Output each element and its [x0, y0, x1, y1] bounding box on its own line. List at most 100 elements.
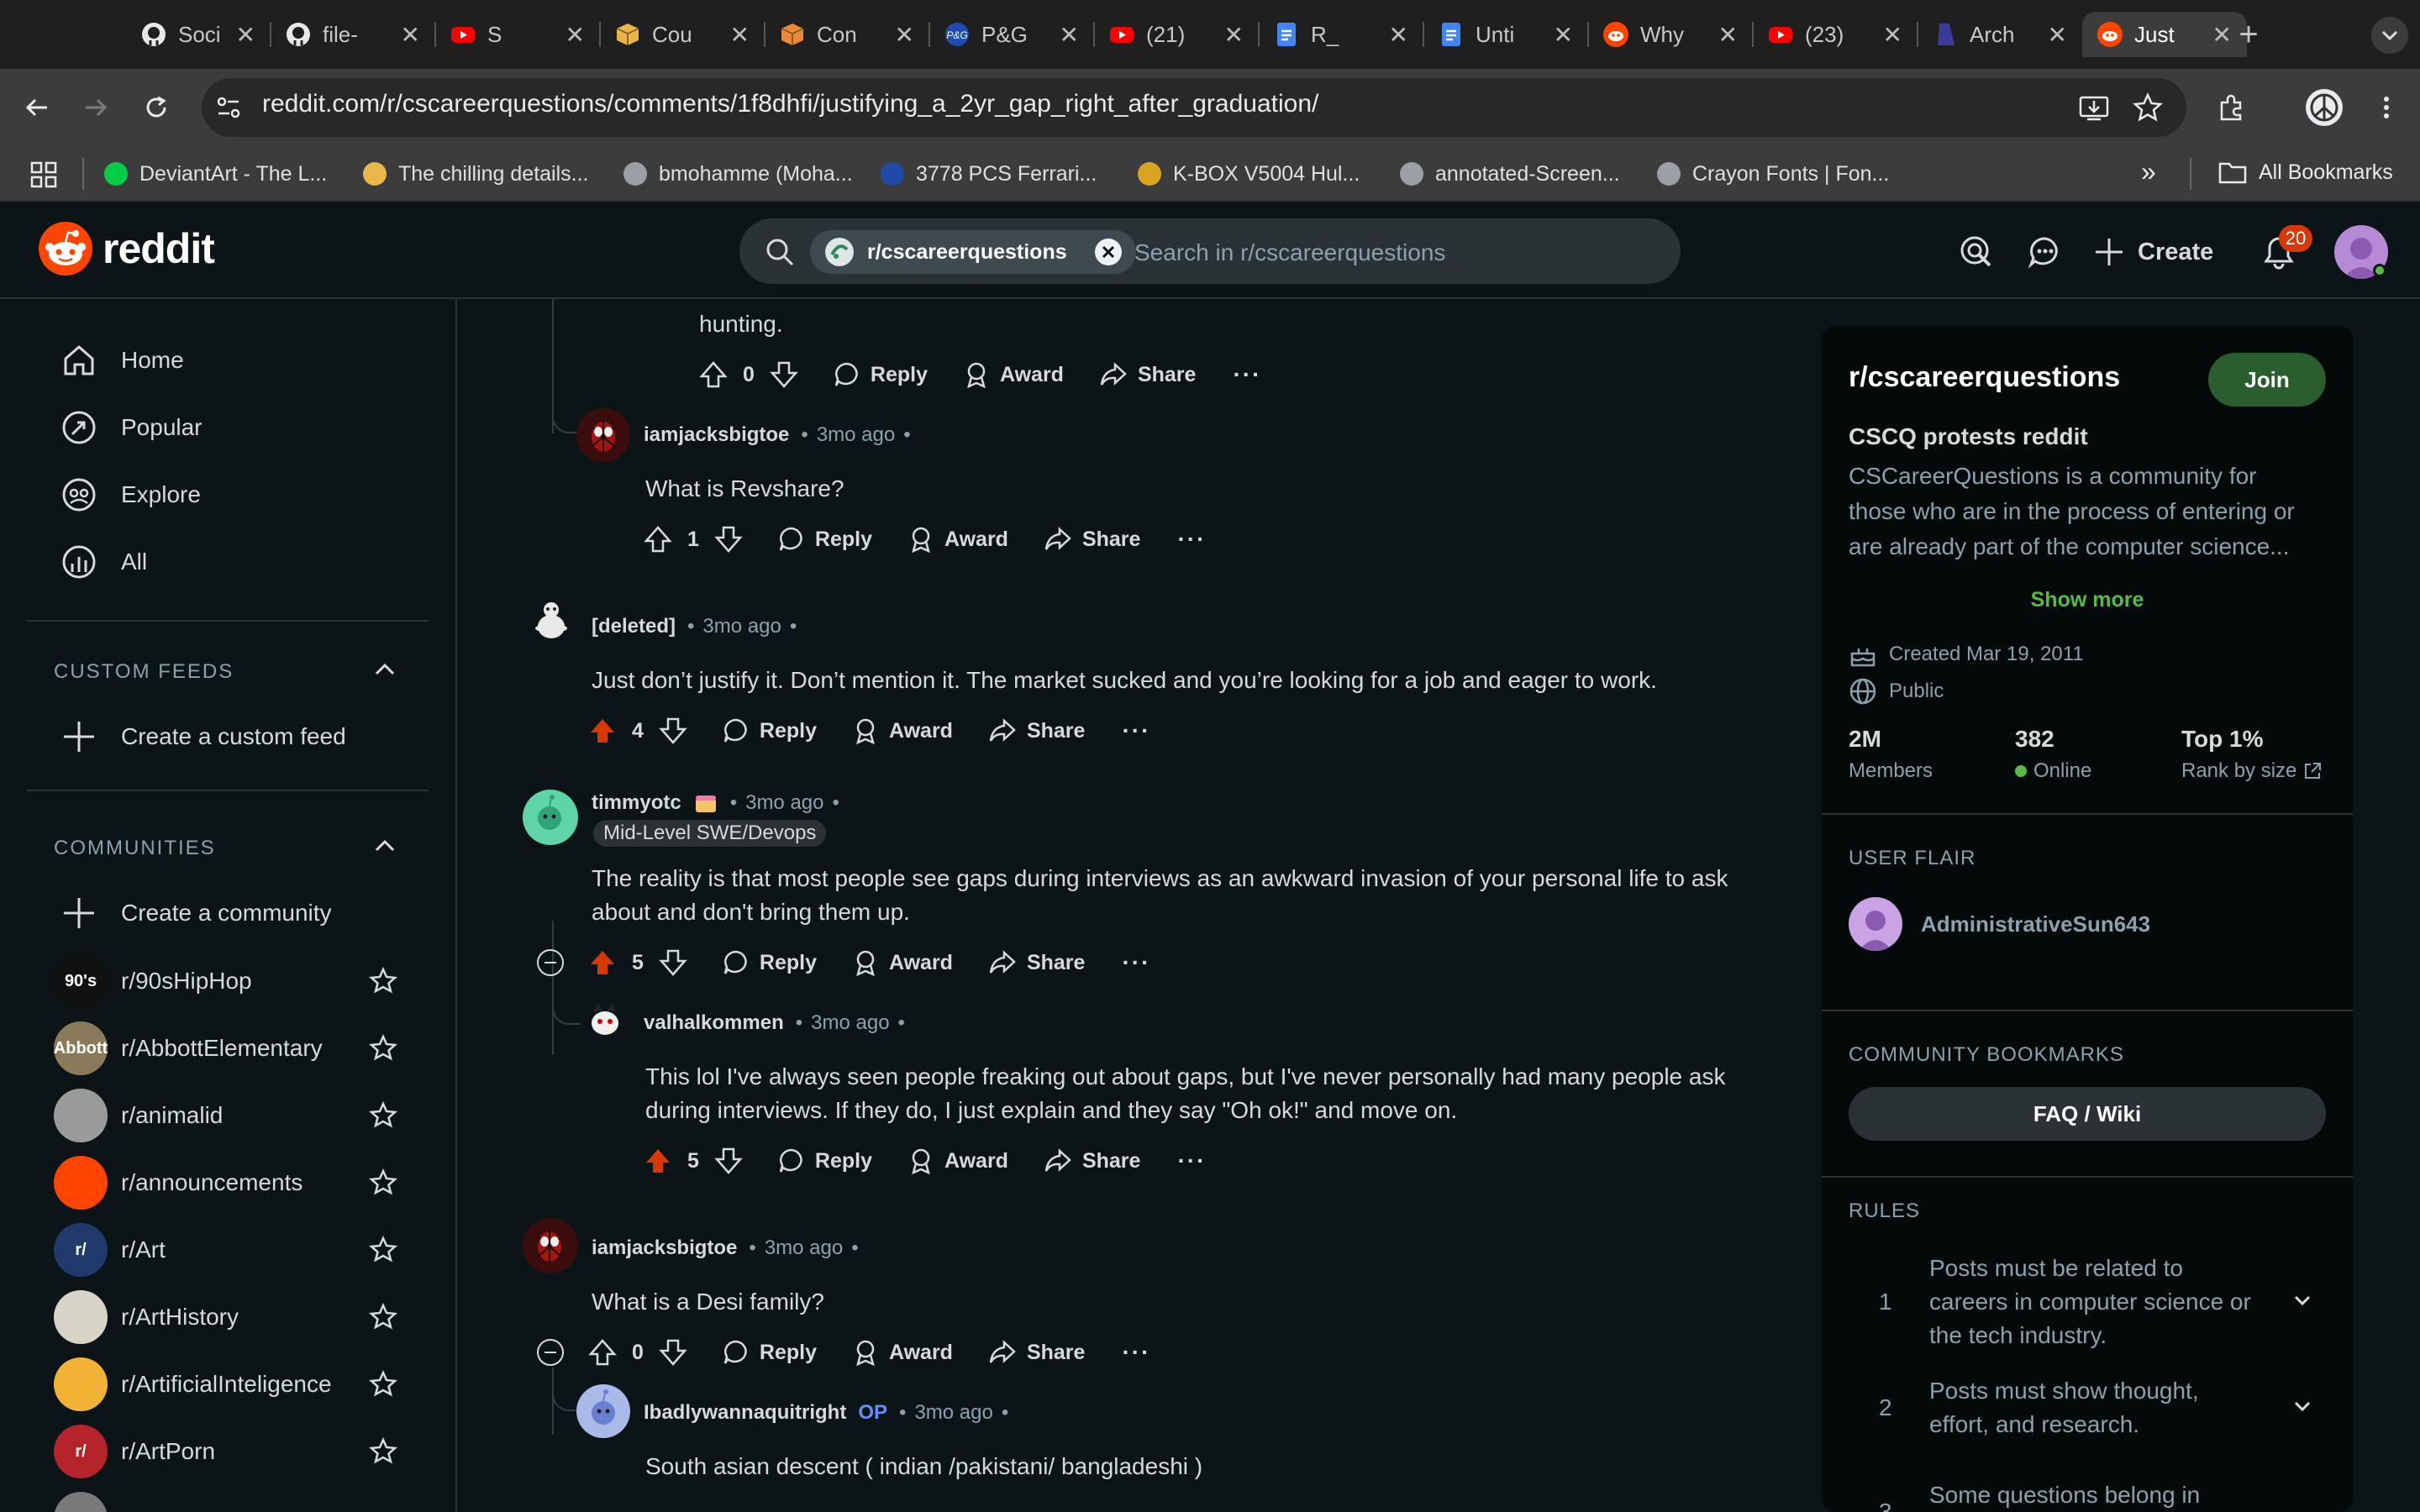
comment-time[interactable]: 3mo ago: [702, 615, 781, 638]
nav-home[interactable]: Home: [60, 339, 184, 381]
tab[interactable]: Why ✕: [1588, 12, 1753, 57]
reply-button[interactable]: Reply: [723, 717, 817, 744]
url-text[interactable]: reddit.com/r/cscareerquestions/comments/…: [262, 90, 1318, 118]
join-button[interactable]: Join: [2208, 353, 2326, 407]
favorite-star-icon[interactable]: [368, 1100, 398, 1131]
forward-button[interactable]: [79, 91, 113, 124]
award-button[interactable]: Award: [852, 949, 953, 976]
more-options-icon[interactable]: ···: [1177, 526, 1206, 553]
bookmark-item[interactable]: Crayon Fonts | Fon...: [1657, 156, 1889, 192]
comment-time[interactable]: 3mo ago: [745, 791, 823, 815]
community-item[interactable]: 90's r/90sHipHop: [54, 954, 398, 1008]
comment-time[interactable]: 3mo ago: [914, 1401, 992, 1425]
comment-avatar[interactable]: [576, 408, 630, 462]
comment-avatar[interactable]: [523, 1218, 578, 1273]
tab[interactable]: Soci ✕: [126, 12, 271, 57]
community-item[interactable]: r/r/Art: [54, 1223, 398, 1277]
collapse-feeds-icon[interactable]: [370, 655, 400, 685]
close-tab-icon[interactable]: ✕: [236, 21, 255, 49]
downvote-icon[interactable]: [770, 360, 798, 389]
comment-username[interactable]: Ibadlywannaquitright: [644, 1401, 846, 1425]
share-button[interactable]: Share: [1044, 1147, 1140, 1174]
more-options-icon[interactable]: ···: [1122, 1339, 1150, 1366]
bookmark-item[interactable]: annotated-Screen...: [1400, 156, 1620, 192]
all-bookmarks-button[interactable]: All Bookmarks: [2218, 160, 2393, 185]
community-item[interactable]: r/r/ArtPorn: [54, 1425, 398, 1478]
reply-button[interactable]: Reply: [834, 361, 928, 388]
tab[interactable]: R_ ✕: [1259, 12, 1423, 57]
create-custom-feed[interactable]: Create a custom feed: [60, 716, 346, 758]
nav-all[interactable]: All: [60, 541, 147, 583]
favorite-star-icon[interactable]: [368, 1369, 398, 1399]
community-item[interactable]: r/ArtHistory: [54, 1290, 398, 1344]
profile-avatar[interactable]: [2306, 89, 2343, 126]
downvote-icon[interactable]: [714, 525, 743, 554]
bookmark-star-icon[interactable]: [2131, 91, 2165, 124]
comment-time[interactable]: 3mo ago: [817, 423, 895, 447]
favorite-star-icon[interactable]: [368, 1302, 398, 1332]
upvote-icon[interactable]: [588, 948, 617, 977]
award-button[interactable]: Award: [908, 1147, 1008, 1174]
chevron-down-icon[interactable]: [2289, 1287, 2316, 1314]
back-button[interactable]: [20, 91, 54, 124]
favorite-star-icon[interactable]: [368, 1436, 398, 1467]
award-button[interactable]: Award: [908, 526, 1008, 553]
chevron-down-icon[interactable]: [2289, 1393, 2316, 1420]
tab[interactable]: Cou ✕: [600, 12, 765, 57]
bookmark-item[interactable]: The chilling details...: [363, 156, 589, 192]
create-community[interactable]: Create a community: [60, 892, 332, 934]
custom-feeds-heading[interactable]: CUSTOM FEEDS: [54, 660, 234, 684]
favorite-star-icon[interactable]: [368, 1033, 398, 1063]
close-tab-icon[interactable]: ✕: [1224, 21, 1244, 49]
share-button[interactable]: Share: [988, 1339, 1085, 1366]
comment-time[interactable]: 3mo ago: [811, 1011, 889, 1035]
upvote-icon[interactable]: [644, 525, 672, 554]
reload-button[interactable]: [139, 91, 173, 124]
chat-icon[interactable]: [2027, 234, 2064, 270]
downvote-icon[interactable]: [659, 1338, 687, 1367]
tab[interactable]: Con ✕: [765, 12, 929, 57]
new-tab-button[interactable]: +: [2232, 12, 2265, 57]
share-button[interactable]: Share: [1099, 361, 1196, 388]
nav-popular[interactable]: Popular: [60, 407, 203, 449]
search-community-chip[interactable]: r/cscareerquestions: [810, 230, 1136, 274]
tab-active[interactable]: Just ✕: [2082, 12, 2247, 57]
create-post-button[interactable]: Create: [2092, 232, 2213, 272]
share-button[interactable]: Share: [988, 717, 1085, 744]
comment-username[interactable]: iamjacksbigtoe: [592, 1236, 737, 1260]
bookmark-item[interactable]: DeviantArt - The L...: [104, 156, 327, 192]
collapse-thread-button[interactable]: [537, 1339, 564, 1366]
favorite-star-icon[interactable]: [368, 1235, 398, 1265]
close-tab-icon[interactable]: ✕: [566, 21, 585, 49]
favorite-star-icon[interactable]: [368, 1168, 398, 1198]
collapse-thread-button[interactable]: [537, 949, 564, 976]
close-tab-icon[interactable]: ✕: [730, 21, 750, 49]
close-tab-icon[interactable]: ✕: [401, 21, 420, 49]
close-tab-icon[interactable]: ✕: [2212, 21, 2232, 49]
comment-time[interactable]: 3mo ago: [765, 1236, 843, 1260]
close-tab-icon[interactable]: ✕: [1554, 21, 1573, 49]
tab[interactable]: Arch ✕: [1918, 12, 2082, 57]
downvote-icon[interactable]: [659, 948, 687, 977]
close-tab-icon[interactable]: ✕: [895, 21, 914, 49]
reply-button[interactable]: Reply: [723, 1339, 817, 1366]
downvote-icon[interactable]: [659, 717, 687, 745]
install-app-icon[interactable]: [2077, 91, 2111, 124]
apps-grid-icon[interactable]: [30, 161, 57, 188]
more-options-icon[interactable]: ···: [1177, 1147, 1206, 1174]
reddit-logo[interactable]: reddit: [39, 222, 215, 276]
clear-chip-icon[interactable]: [1094, 238, 1123, 266]
nav-explore[interactable]: Explore: [60, 474, 201, 516]
comment-username[interactable]: iamjacksbigtoe: [644, 423, 789, 447]
extensions-icon[interactable]: [2215, 91, 2249, 124]
upvote-icon[interactable]: [699, 360, 728, 389]
comment-username[interactable]: valhalkommen: [644, 1011, 784, 1035]
more-options-icon[interactable]: ···: [1122, 717, 1150, 744]
award-button[interactable]: Award: [963, 361, 1064, 388]
upvote-icon[interactable]: [588, 717, 617, 745]
rule-item[interactable]: 1 Posts must be related to careers in comp…: [1849, 1252, 2328, 1352]
reply-button[interactable]: Reply: [778, 1147, 872, 1174]
more-bookmarks-button[interactable]: »: [2141, 156, 2156, 187]
community-item[interactable]: r/announcements: [54, 1156, 398, 1210]
user-flair[interactable]: AdministrativeSun643: [1849, 897, 2150, 951]
